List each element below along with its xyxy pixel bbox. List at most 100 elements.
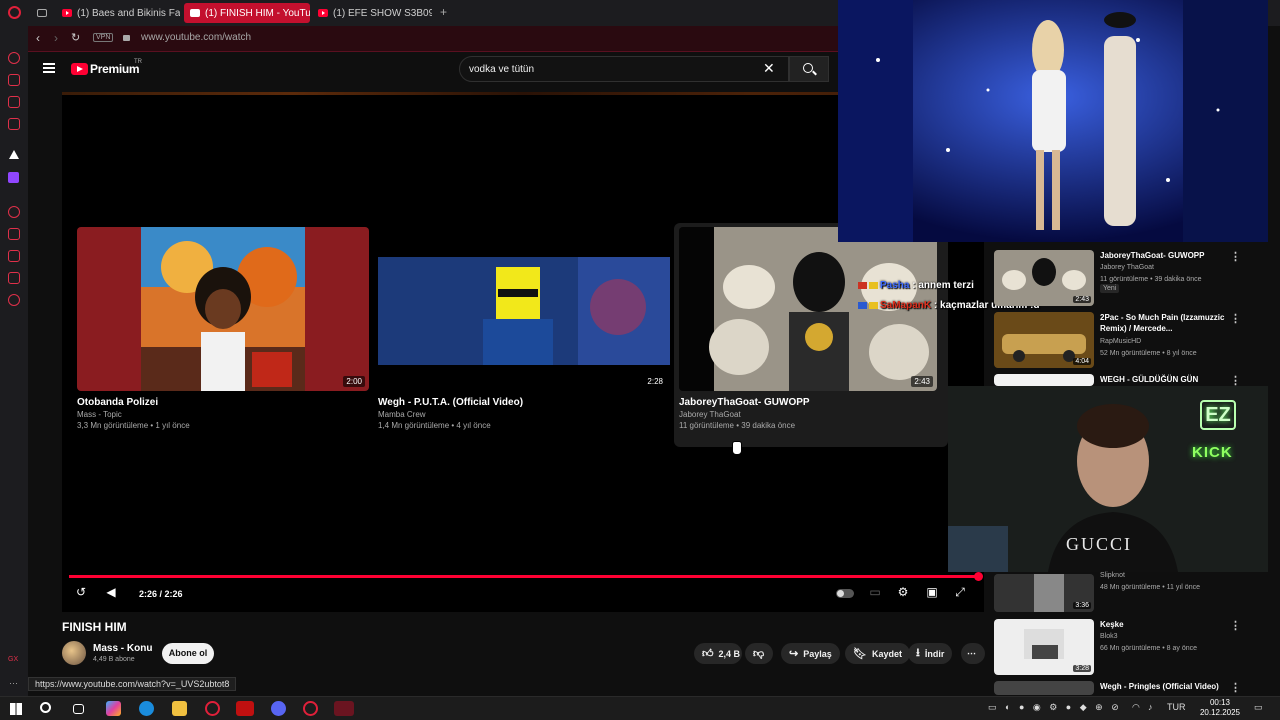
autoplay-toggle[interactable]: [836, 589, 854, 598]
history-icon[interactable]: [8, 206, 20, 218]
menu-icon[interactable]: [43, 63, 55, 73]
video-title[interactable]: Wegh - P.U.T.A. (Official Video): [378, 397, 523, 408]
settings-gear-icon[interactable]: ⚙: [895, 584, 911, 600]
recommendation-item[interactable]: Wegh - Pringles (Official Video) ⋮: [994, 681, 1274, 695]
language-indicator[interactable]: TUR: [1167, 702, 1186, 712]
downloads-icon[interactable]: [8, 250, 20, 262]
share-button[interactable]: ↪ Paylaş: [781, 643, 840, 664]
channel-name[interactable]: Slipknot: [1100, 572, 1125, 579]
subscribe-button[interactable]: Abone ol: [162, 643, 214, 664]
video-title[interactable]: 2Pac - So Much Pain (Izzamuzzic Remix) /…: [1100, 312, 1240, 334]
search-icon[interactable]: [40, 702, 51, 713]
video-title[interactable]: Otobanda Polizei: [77, 397, 158, 408]
active-app-icon[interactable]: [334, 701, 354, 716]
file-explorer-icon[interactable]: [172, 701, 187, 716]
youtube-logo-icon[interactable]: [71, 63, 88, 75]
video-thumbnail[interactable]: [994, 374, 1094, 386]
aria-icon[interactable]: [9, 150, 19, 159]
video-thumbnail[interactable]: 2:00: [77, 227, 369, 391]
channel-name[interactable]: Mass - Konu: [93, 643, 152, 654]
video-title[interactable]: Keşke: [1100, 619, 1240, 630]
recommendation-item[interactable]: 4:04 2Pac - So Much Pain (Izzamuzzic Rem…: [994, 312, 1274, 368]
tray-icons[interactable]: ▭ ◐ ● ◉ ⚙ ● ◆ ⊕ ⊘: [988, 702, 1122, 713]
opera-gx-icon[interactable]: [205, 701, 220, 716]
fullscreen-icon[interactable]: ⤢: [952, 584, 968, 600]
gx-icon[interactable]: GX: [8, 656, 18, 663]
recommendation-item[interactable]: WEGH - GÜLDÜĞÜN GÜN ⋮: [994, 374, 1274, 387]
kebab-menu-icon[interactable]: ⋮: [1230, 681, 1241, 694]
windows-start-icon[interactable]: [10, 703, 22, 715]
volume-icon[interactable]: ◀: [103, 584, 119, 600]
wifi-icon[interactable]: ◠: [1132, 702, 1140, 713]
app-icon[interactable]: [236, 701, 254, 716]
video-thumbnail[interactable]: 2:43: [994, 250, 1094, 306]
url-field[interactable]: www.youtube.com/watch: [141, 32, 251, 43]
copilot-icon[interactable]: [106, 701, 121, 716]
kebab-menu-icon[interactable]: ⋮: [1230, 312, 1241, 325]
edge-icon[interactable]: [139, 701, 154, 716]
recommendation-item[interactable]: 3:36 Slipknot 48 Mn görüntüleme • 11 yıl…: [994, 572, 1274, 612]
video-title[interactable]: JaboreyThaGoat- GUWOPP: [679, 397, 810, 408]
speaker-icon[interactable]: ♪: [1148, 702, 1153, 712]
lock-icon[interactable]: [123, 35, 130, 41]
theater-mode-icon[interactable]: ▣: [924, 584, 940, 600]
vpn-badge[interactable]: VPN: [93, 33, 114, 42]
video-title[interactable]: Wegh - Pringles (Official Video): [1100, 681, 1240, 692]
tab-finish-him[interactable]: (1) FINISH HIM - YouTube: [184, 3, 310, 23]
channel-name[interactable]: Mamba Crew: [378, 410, 426, 419]
video-title[interactable]: WEGH - GÜLDÜĞÜN GÜN: [1100, 374, 1240, 385]
back-icon[interactable]: ‹: [36, 31, 40, 45]
replay-icon[interactable]: ↺: [73, 584, 89, 600]
kebab-menu-icon[interactable]: ⋮: [1230, 250, 1241, 263]
search-box[interactable]: vodka ve tütün ✕: [459, 56, 789, 82]
more-actions-button[interactable]: ⋯: [961, 643, 985, 664]
task-view-icon[interactable]: [73, 704, 84, 714]
recommendation-item[interactable]: 2:43 JaboreyThaGoat- GUWOPP Jaborey ThaG…: [994, 250, 1274, 306]
settings-icon[interactable]: [8, 294, 20, 306]
youtube-premium-label[interactable]: Premium: [90, 62, 140, 76]
bookmark-icon[interactable]: [8, 228, 20, 240]
system-clock[interactable]: 00:13 20.12.2025: [1196, 698, 1244, 718]
dislike-button[interactable]: 👎︎: [745, 643, 773, 664]
speed-dial-icon[interactable]: [8, 52, 20, 64]
bag-icon[interactable]: [8, 74, 20, 86]
subtitles-icon[interactable]: ▭: [867, 584, 883, 600]
tab-overview-icon[interactable]: [37, 9, 47, 17]
channel-name[interactable]: Blok3: [1100, 633, 1118, 640]
progress-bar[interactable]: [69, 575, 979, 578]
channel-name[interactable]: RapMusicHD: [1100, 338, 1141, 345]
download-button[interactable]: ⭳ İndir: [908, 643, 953, 664]
search-input[interactable]: vodka ve tütün: [469, 64, 534, 75]
twitch-icon[interactable]: [8, 172, 19, 183]
reload-icon[interactable]: ↻: [71, 31, 80, 44]
clear-search-icon[interactable]: ✕: [763, 60, 775, 77]
save-button[interactable]: 🔖︎ Kaydet: [845, 643, 910, 664]
notification-icon[interactable]: ▭: [1254, 702, 1263, 713]
new-tab-button[interactable]: +: [440, 5, 447, 19]
video-thumbnail[interactable]: 4:04: [994, 312, 1094, 368]
opera-icon[interactable]: [303, 701, 318, 716]
search-button[interactable]: [789, 56, 829, 82]
messenger-icon[interactable]: [8, 96, 20, 108]
video-thumbnail[interactable]: 2:28: [378, 227, 670, 391]
video-thumbnail[interactable]: [994, 681, 1094, 695]
recommendation-item[interactable]: 3:28 Keşke Blok3 66 Mn görüntüleme • 8 a…: [994, 619, 1274, 675]
video-thumbnail[interactable]: 3:36: [994, 574, 1094, 612]
progress-scrubber[interactable]: [974, 572, 983, 581]
like-button[interactable]: 👍︎ 2,4 B: [694, 643, 742, 664]
more-icon[interactable]: ···: [9, 678, 18, 688]
video-thumbnail[interactable]: 3:28: [994, 619, 1094, 675]
video-title[interactable]: JaboreyThaGoat- GUWOPP: [1100, 250, 1240, 261]
tab-efe-show[interactable]: (1) EFE SHOW S3B09 | ŞA: [312, 3, 432, 23]
opera-logo-icon[interactable]: [8, 6, 21, 19]
channel-name[interactable]: Mass - Topic: [77, 410, 122, 419]
tab-baes-fashion[interactable]: (1) Baes and Bikinis Fashi: [56, 3, 180, 23]
send-icon[interactable]: [8, 272, 20, 284]
channel-name[interactable]: Jaborey ThaGoat: [679, 410, 741, 419]
channel-avatar[interactable]: [62, 641, 86, 665]
kebab-menu-icon[interactable]: ⋮: [1230, 619, 1241, 632]
discord-icon[interactable]: [271, 701, 286, 716]
mail-icon[interactable]: [8, 118, 20, 130]
channel-name[interactable]: Jaborey ThaGoat: [1100, 264, 1154, 271]
forward-icon[interactable]: ›: [54, 31, 58, 45]
